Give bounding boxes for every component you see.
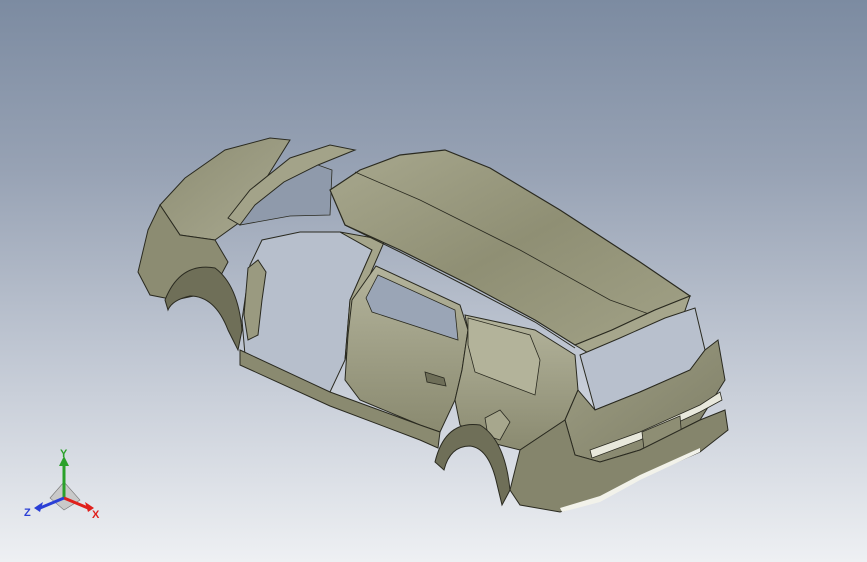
axis-triad: Y X Z (24, 448, 100, 521)
z-axis-label: Z (24, 507, 31, 519)
y-axis-label: Y (60, 448, 68, 460)
3d-viewport[interactable]: Y X Z (0, 0, 867, 562)
car-body-model[interactable] (0, 0, 867, 562)
x-axis-label: X (92, 509, 100, 521)
front-wheel-arch (164, 266, 243, 352)
